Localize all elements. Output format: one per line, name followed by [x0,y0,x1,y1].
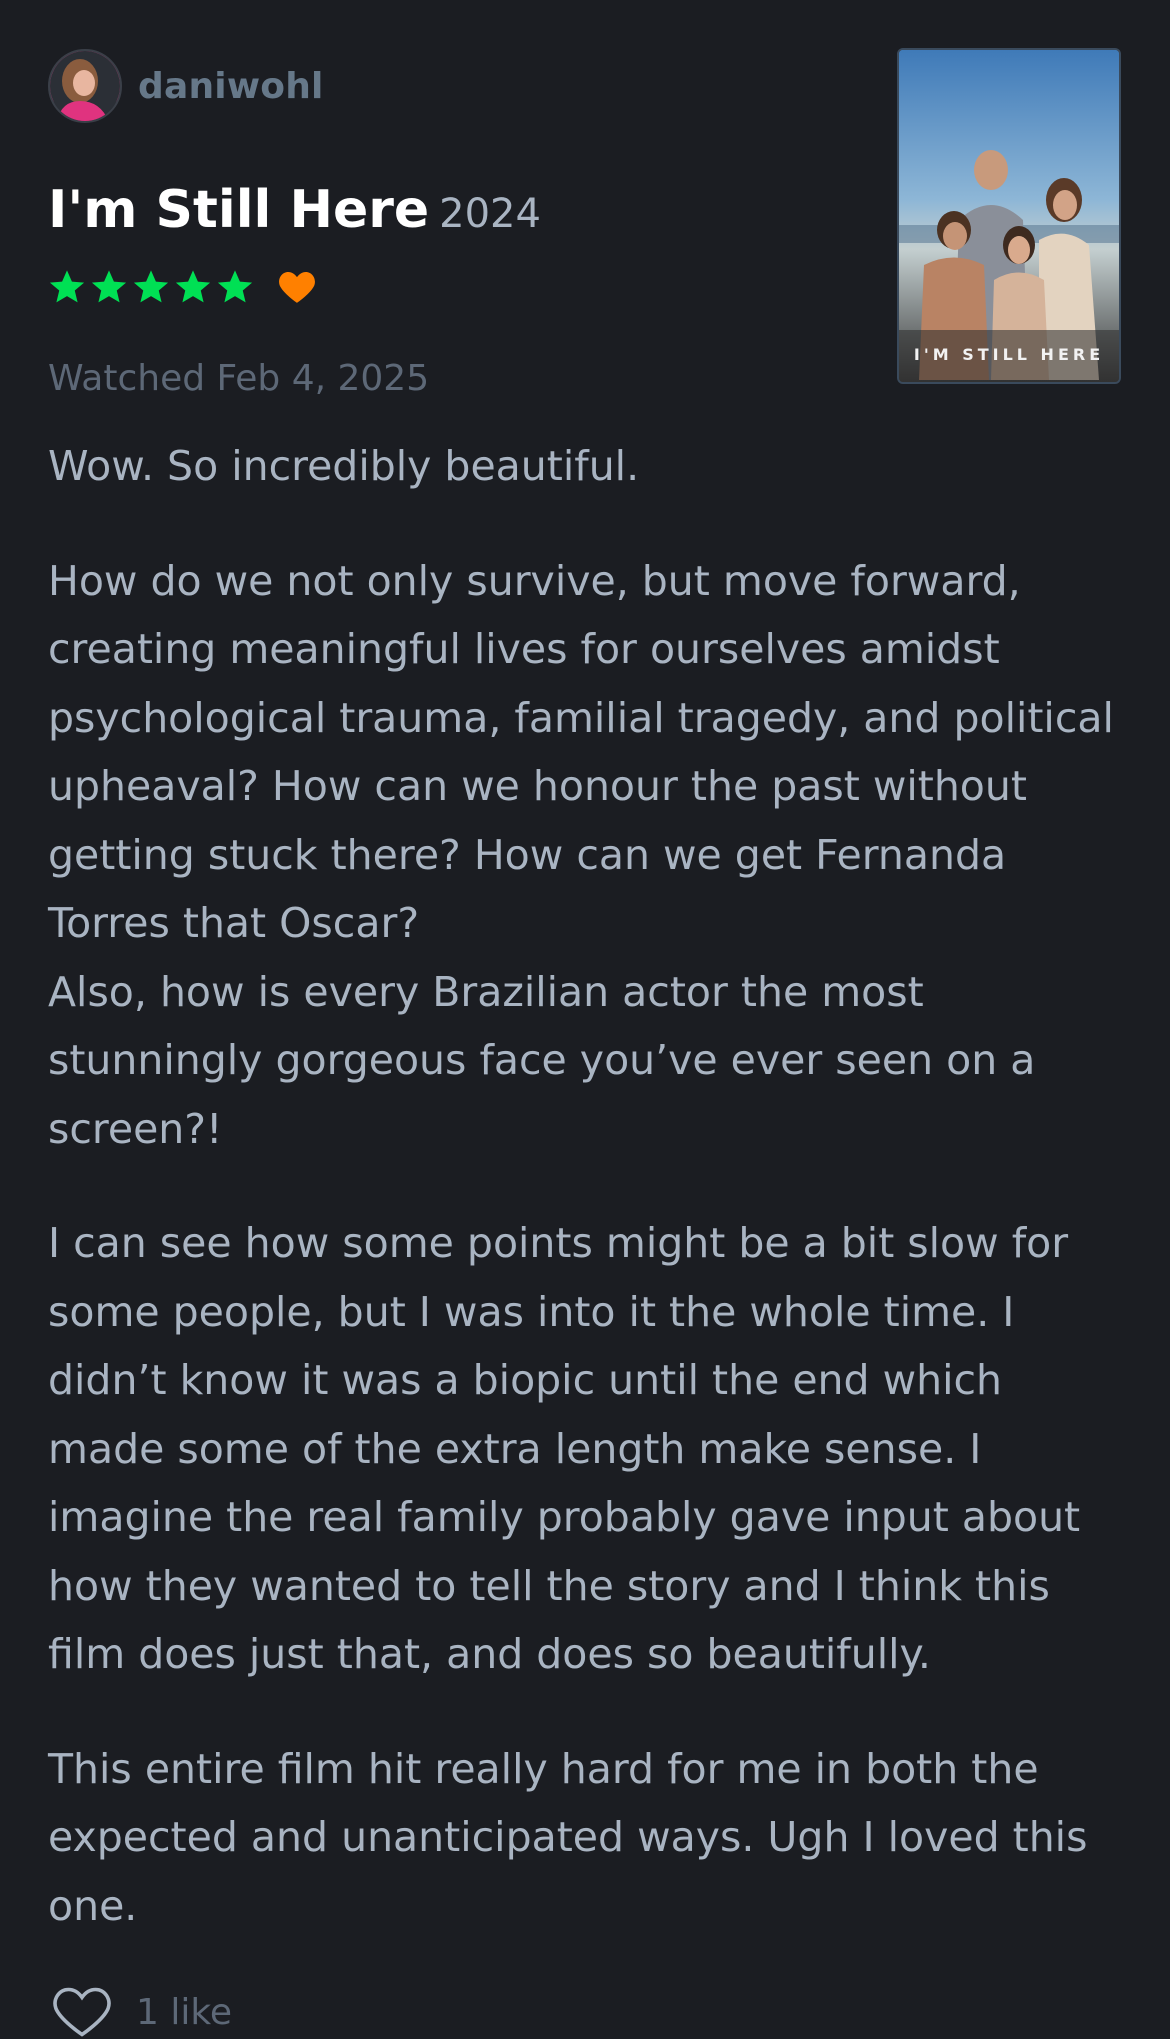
film-title[interactable]: I'm Still Here [48,180,429,240]
heart-outline-icon[interactable] [52,1985,112,2039]
like-count[interactable]: 1 like [136,1992,232,2033]
review-paragraph: Also, how is every Brazilian actor the m… [48,967,1036,1153]
review-page: daniwohl I'm Still Here 2024 Watched Feb … [0,0,1170,2037]
review-paragraph: Wow. So incredibly beautiful. [48,442,640,490]
star-icon [133,270,169,303]
film-year[interactable]: 2024 [439,191,541,237]
watched-date: Watched Feb 4, 2025 [48,358,430,399]
film-heading: I'm Still Here 2024 [48,180,541,240]
star-icon [217,270,253,303]
like-review[interactable]: 1 like [52,1985,232,2039]
poster-title: I'M STILL HERE [913,345,1105,364]
film-poster[interactable]: I'M STILL HERE [897,48,1121,384]
star-icon [175,270,211,303]
review-paragraph: I can see how some points might be a bit… [48,1219,1081,1678]
review-paragraph: This entire film hit really hard for me … [48,1744,1088,1930]
heart-filled-icon [279,271,315,303]
star-icon [49,270,85,303]
review-text: Wow. So incredibly beautiful. How do we … [48,432,1128,1986]
review-paragraph: How do we not only survive, but move for… [48,556,1114,948]
rating [48,268,316,306]
avatar[interactable] [48,49,122,123]
star-icon [91,270,127,303]
username[interactable]: daniwohl [138,66,324,107]
review-author[interactable]: daniwohl [48,48,324,124]
